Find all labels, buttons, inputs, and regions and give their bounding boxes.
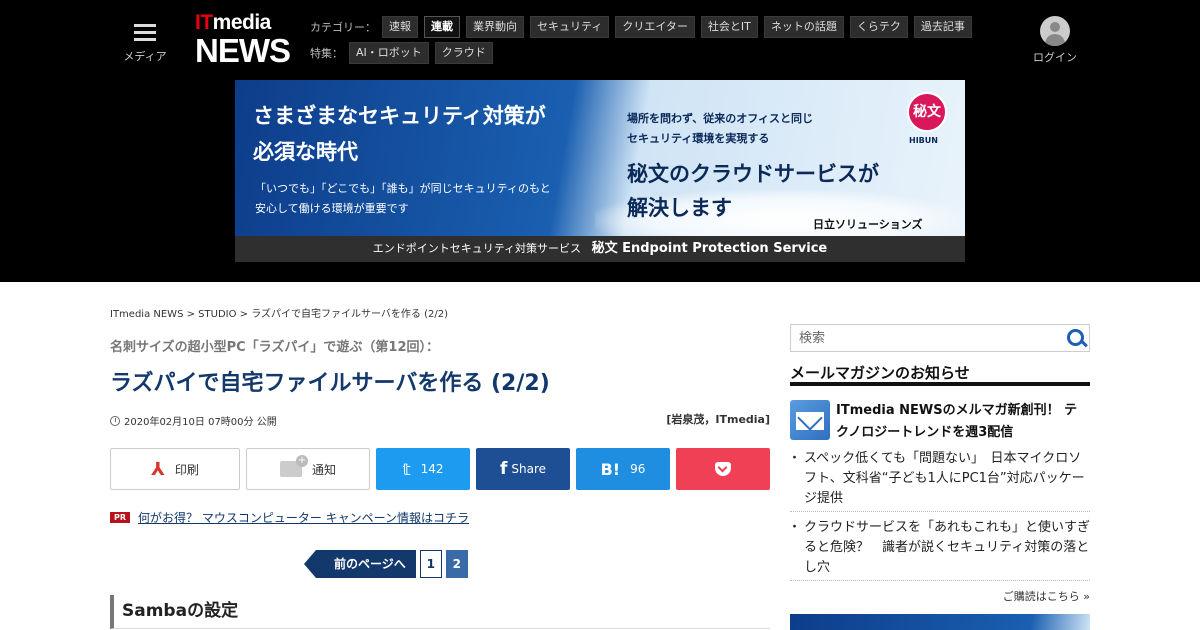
category-sokuho[interactable]: 速報 — [382, 16, 418, 38]
category-net-topics[interactable]: ネットの話題 — [763, 16, 844, 38]
pagination: 前のページへ 1 2 — [304, 550, 468, 578]
notify-button[interactable]: 通知 — [246, 448, 370, 490]
list-item[interactable]: クラウドサービスを「あれもこれも」と使いすぎると危険？ 識者が説くセキュリティ対… — [788, 518, 1090, 581]
category-security[interactable]: セキュリティ — [530, 16, 610, 38]
prev-page-button[interactable]: 前のページへ — [304, 550, 416, 578]
search-box — [790, 324, 1090, 352]
facebook-share-button[interactable]: f Share — [476, 448, 570, 490]
pr-link[interactable]: 何がお得？ マウスコンピューター キャンペーン情報はコチラ — [138, 509, 469, 526]
ad-sub-2: 安心して働ける環境が重要です — [255, 202, 409, 215]
ad-right-3: 秘文のクラウドサービスが — [627, 162, 879, 186]
login-label: ログイン — [1033, 51, 1077, 64]
publish-date-text: 2020年02月10日 07時00分 公開 — [124, 417, 277, 428]
ad-foot-big: 秘文 Endpoint Protection Service — [591, 241, 828, 256]
notify-icon — [279, 455, 308, 477]
facebook-label: Share — [511, 462, 547, 476]
breadcrumb-itmedia-news[interactable]: ITmedia NEWS — [110, 309, 183, 320]
search-icon[interactable] — [1063, 325, 1089, 351]
feature-cloud[interactable]: クラウド — [434, 42, 493, 64]
site-header: メディア ITmedia NEWS カテゴリー： 速報 連載 業界動向 セキュリ… — [0, 0, 1200, 282]
logo-news: NEWS — [195, 32, 291, 69]
sidebar-ad-banner[interactable] — [790, 614, 1090, 630]
ad-headline-2: 必須な時代 — [253, 140, 358, 164]
pdf-icon: ⅄ — [151, 458, 165, 480]
ad-right-4: 解決します — [627, 196, 732, 220]
hatena-icon: B! — [600, 459, 621, 479]
mail-magazine-heading: メールマガジンのお知らせ — [790, 362, 1090, 386]
category-nav: カテゴリー： 速報 連載 業界動向 セキュリティ クリエイター 社会とIT ネッ… — [310, 16, 978, 38]
print-button[interactable]: ⅄ 印刷 — [110, 448, 240, 490]
category-archive[interactable]: 過去記事 — [913, 16, 972, 38]
itmedia-news-logo[interactable]: ITmedia NEWS — [195, 12, 295, 70]
mail-magazine-feature[interactable]: ITmedia NEWSのメルマガ新創刊！ テクノロジートレンドを週3配信 — [790, 400, 1090, 444]
pocket-button[interactable] — [676, 448, 770, 490]
ad-headline-1: さまざまなセキュリティ対策が — [253, 104, 546, 128]
mail-magazine-list: スペック低くても「問題ない」 日本マイクロソフト、文科省“子ども1人にPC1台”… — [788, 449, 1090, 587]
pocket-icon — [715, 462, 731, 476]
search-input[interactable] — [791, 325, 1063, 351]
user-avatar-icon — [1040, 16, 1070, 46]
feature-nav: 特集： AI・ロボット クラウド — [310, 42, 499, 64]
category-society-it[interactable]: 社会とIT — [700, 16, 758, 38]
ad-right-1: 場所を問わず、従来のオフィスと同じ — [627, 112, 814, 125]
pr-badge: PR — [110, 512, 131, 523]
publish-date: 2020年02月10日 07時00分 公開 — [110, 413, 277, 428]
category-creator[interactable]: クリエイター — [615, 16, 695, 38]
breadcrumb-sep: > — [236, 309, 252, 320]
ad-banner-footer: エンドポイントセキュリティ対策サービス 秘文 Endpoint Protecti… — [235, 236, 965, 262]
article-title: ラズパイで自宅ファイルサーバを作る (2/2) — [110, 371, 550, 396]
twitter-share-button[interactable]: 𝕥 142 — [376, 448, 470, 490]
category-label: カテゴリー： — [310, 21, 376, 34]
feature-label: 特集： — [310, 47, 343, 60]
clock-icon — [110, 415, 120, 426]
series-title[interactable]: 名刺サイズの超小型PC「ラズパイ」で遊ぶ（第12回）： — [110, 336, 439, 355]
pr-link-row: PR 何がお得？ マウスコンピューター キャンペーン情報はコチラ — [110, 509, 469, 526]
page-2-current: 2 — [445, 550, 468, 578]
hatena-count: 96 — [630, 462, 646, 476]
list-item[interactable]: スペック低くても「問題ない」 日本マイクロソフト、文科省“子ども1人にPC1台”… — [788, 449, 1090, 512]
ad-foot-small: エンドポイントセキュリティ対策サービス — [372, 242, 582, 255]
breadcrumb: ITmedia NEWS > STUDIO > ラズパイで自宅ファイルサーバを作… — [110, 305, 448, 320]
page-1-button[interactable]: 1 — [419, 550, 442, 578]
hibun-seal-icon: 秘文 — [907, 92, 947, 132]
breadcrumb-current: ラズパイで自宅ファイルサーバを作る (2/2) — [251, 309, 448, 320]
hibun-seal-text: HIBUN — [909, 136, 938, 145]
category-rensai[interactable]: 連載 — [424, 16, 460, 38]
ad-banner[interactable]: さまざまなセキュリティ対策が 必須な時代 「いつでも」「どこでも」「誰も」が同じ… — [235, 80, 965, 262]
author: [岩泉茂，ITmedia] — [666, 413, 770, 426]
media-menu-button[interactable]: メディア — [120, 20, 170, 64]
facebook-icon: f — [499, 459, 508, 479]
logo-it: IT — [195, 11, 213, 34]
twitter-icon: 𝕥 — [402, 459, 411, 479]
ad-right-2: セキュリティ環境を実現する — [627, 132, 770, 145]
hatena-bookmark-button[interactable]: B! 96 — [576, 448, 670, 490]
notify-label: 通知 — [311, 462, 336, 477]
category-kuratech[interactable]: くらテク — [849, 16, 908, 38]
mail-magazine-feature-text: ITmedia NEWSのメルマガ新創刊！ テクノロジートレンドを週3配信 — [836, 403, 1078, 440]
twitter-count: 142 — [420, 462, 444, 476]
feature-ai-robot[interactable]: AI・ロボット — [349, 42, 429, 64]
section-heading: Sambaの設定 — [110, 595, 770, 629]
ad-company: 日立ソリューションズ — [813, 218, 923, 231]
login-button[interactable]: ログイン — [1030, 16, 1080, 65]
breadcrumb-studio[interactable]: STUDIO — [198, 309, 236, 320]
subscribe-link[interactable]: ご購読はこちら » — [890, 588, 1090, 604]
print-label: 印刷 — [174, 462, 199, 477]
media-menu-label: メディア — [123, 50, 167, 63]
breadcrumb-sep: > — [183, 309, 199, 320]
category-gyokai[interactable]: 業界動向 — [466, 16, 524, 38]
ad-sub-1: 「いつでも」「どこでも」「誰も」が同じセキュリティのもと — [255, 182, 551, 195]
mail-icon — [790, 400, 830, 440]
hamburger-icon — [134, 24, 156, 42]
logo-media: media — [212, 11, 272, 34]
